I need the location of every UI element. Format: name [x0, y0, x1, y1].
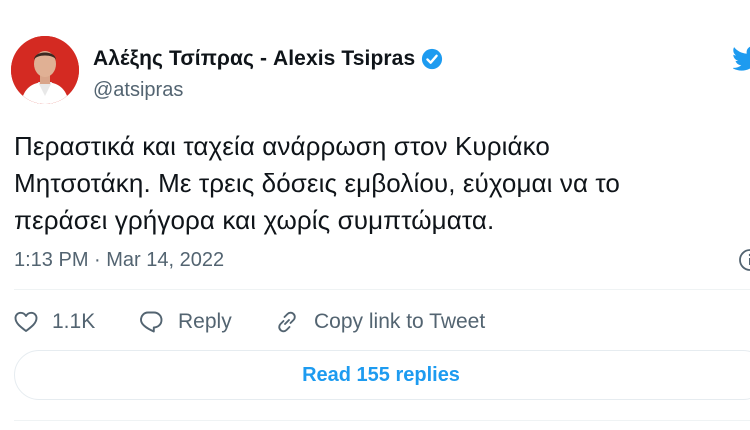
read-replies-button[interactable]: Read 155 replies	[14, 350, 750, 400]
avatar-portrait	[11, 36, 79, 104]
user-handle[interactable]: @atsipras	[93, 79, 183, 102]
tweet-text: Περαστικά και ταχεία ανάρρωση στον Κυριά…	[14, 131, 620, 235]
divider	[14, 289, 750, 290]
tweet-card: Αλέξης Τσίπρας - Alexis Tsipras @atsipra…	[0, 0, 750, 430]
reply-button[interactable]: Reply	[138, 310, 260, 334]
heart-icon	[14, 311, 38, 332]
tweet-timestamp[interactable]: 1:13 PM · Mar 14, 2022	[14, 249, 224, 272]
read-replies-label: Read 155 replies	[302, 363, 460, 386]
speech-bubble-icon	[140, 311, 163, 333]
copy-link-button[interactable]: Copy link to Tweet	[274, 309, 485, 335]
copy-link-label: Copy link to Tweet	[314, 310, 486, 333]
bottom-divider	[14, 420, 750, 421]
avatar[interactable]	[11, 36, 79, 104]
reply-label: Reply	[178, 310, 232, 333]
link-icon	[278, 311, 296, 333]
like-button[interactable]: 1.1K	[14, 310, 124, 334]
tweet-actions: 1.1K Reply Copy link to Tweet	[14, 307, 485, 337]
verified-badge-icon	[422, 48, 443, 70]
twitter-bird-icon[interactable]	[733, 46, 750, 72]
like-count: 1.1K	[52, 310, 96, 333]
author-name-row[interactable]: Αλέξης Τσίπρας - Alexis Tsipras	[93, 47, 443, 71]
display-name[interactable]: Αλέξης Τσίπρας - Alexis Tsipras	[93, 47, 415, 71]
info-icon[interactable]	[738, 248, 750, 272]
